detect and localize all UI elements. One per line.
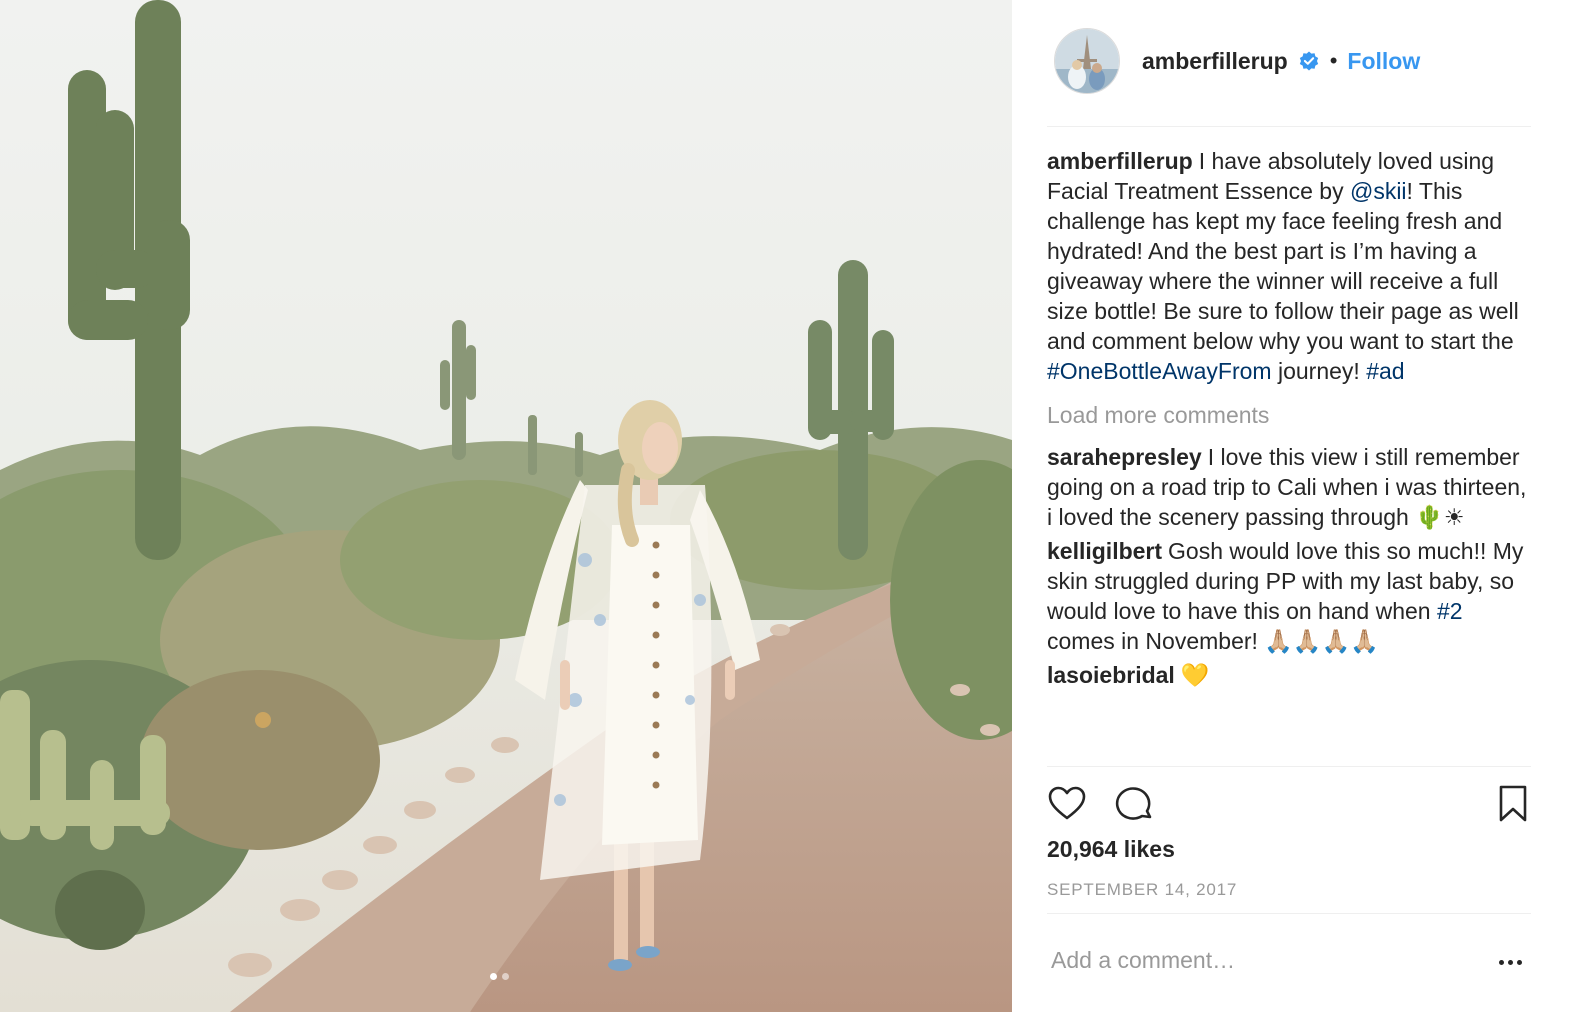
comment-username[interactable]: lasoiebridal [1047,662,1175,688]
actions-divider [1047,913,1531,914]
carousel-dot [490,973,497,980]
more-options-icon[interactable] [1499,960,1522,965]
add-comment-input[interactable] [1049,946,1473,975]
comment-username[interactable]: kelligilbert [1047,538,1162,564]
caption-text: ! This challenge has kept my face feelin… [1047,178,1519,354]
caption-text: journey! [1271,358,1367,384]
hashtag-link[interactable]: #ad [1366,358,1404,384]
likes-count[interactable]: 20,964 likes [1047,836,1175,863]
load-more-comments-button[interactable]: Load more comments [1047,400,1531,430]
comment-username[interactable]: sarahepresley [1047,444,1202,470]
comments-divider [1047,766,1531,767]
heart-icon[interactable] [1047,784,1087,824]
follow-button[interactable]: Follow [1347,48,1420,75]
post-details-panel: amberfillerup • Follow amberfillerup I ha… [1012,0,1582,1012]
header-divider [1047,126,1531,127]
comment-text: 💛 [1180,662,1210,688]
carousel-indicator [490,973,509,980]
header-separator: • [1329,48,1338,73]
carousel-dot [502,973,509,980]
caption-username[interactable]: amberfillerup [1047,148,1193,174]
avatar[interactable] [1054,28,1120,94]
post-header: amberfillerup • Follow [1054,28,1534,94]
action-bar [1047,784,1531,824]
avatar-image [1055,29,1119,93]
post-timestamp: SEPTEMBER 14, 2017 [1047,880,1238,899]
comments-section: amberfillerup I have absolutely loved usi… [1047,146,1531,690]
comment-text: comes in November! 🙏🏼🙏🏼🙏🏼🙏🏼 [1047,628,1379,654]
caption: amberfillerup I have absolutely loved usi… [1047,146,1531,386]
post-photo-image [0,0,1012,1012]
comment-bubble-icon[interactable] [1115,784,1155,824]
post-photo[interactable] [0,0,1012,1012]
header-username[interactable]: amberfillerup [1142,48,1288,75]
hashtag-link[interactable]: #OneBottleAwayFrom [1047,358,1272,384]
comment: kelligilbert Gosh would love this so much… [1047,536,1531,656]
comment: lasoiebridal 💛 [1047,660,1531,690]
comment: sarahepresley I love this view i still re… [1047,442,1531,532]
mention-link[interactable]: @skii [1350,178,1407,204]
verified-badge-icon [1299,51,1318,71]
bookmark-icon[interactable] [1495,784,1531,824]
hashtag-link[interactable]: #2 [1437,598,1463,624]
